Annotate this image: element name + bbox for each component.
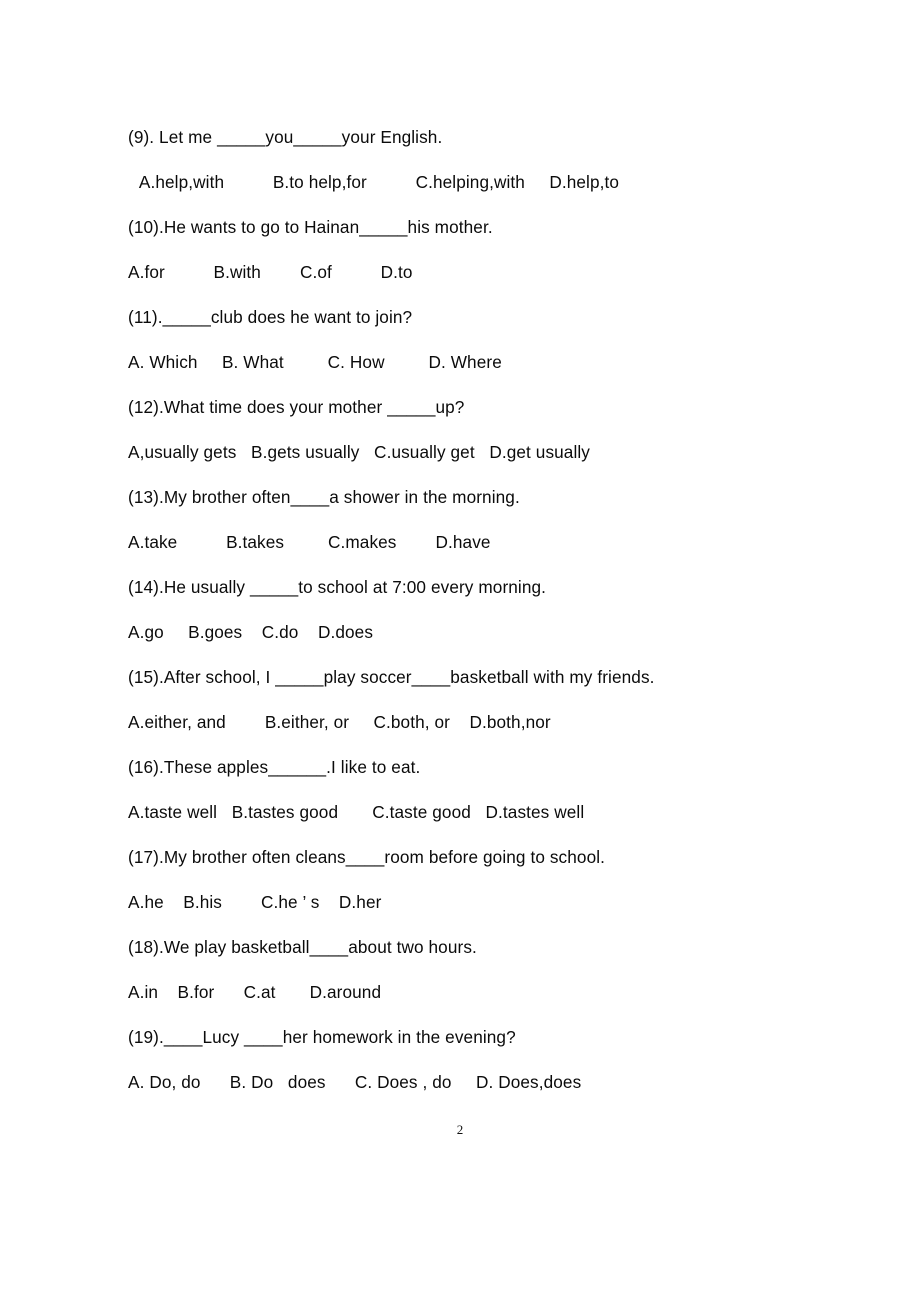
question-options-q16: A.taste well B.tastes good C.taste good …	[128, 802, 585, 822]
question-prompt-q17: (17).My brother often cleans____room bef…	[128, 847, 606, 867]
question-prompt-q13: (13).My brother often____a shower in the…	[128, 487, 520, 507]
question-prompt-q19: (19).____Lucy ____her homework in the ev…	[128, 1027, 516, 1047]
question-options-q10: A.for B.with C.of D.to	[128, 262, 413, 282]
question-list: (9). Let me _____you_____your English. A…	[128, 115, 828, 1105]
question-prompt-q11: (11)._____club does he want to join?	[128, 307, 413, 327]
question-options-q12: A,usually gets B.gets usually C.usually …	[128, 442, 590, 462]
question-options-q9: A.help,with B.to help,for C.helping,with…	[135, 172, 620, 192]
question-options-q11: A. Which B. What C. How D. Where	[128, 352, 502, 372]
question-prompt-q10: (10).He wants to go to Hainan_____his mo…	[128, 217, 493, 237]
question-prompt-q18: (18).We play basketball____about two hou…	[128, 937, 477, 957]
question-options-q14: A.go B.goes C.do D.does	[128, 622, 374, 642]
question-options-q19: A. Do, do B. Do does C. Does , do D. Doe…	[128, 1072, 582, 1092]
question-options-q17: A.he B.his C.he ’ s D.her	[128, 892, 382, 912]
question-options-q13: A.take B.takes C.makes D.have	[128, 532, 491, 552]
page-number: 2	[456, 1122, 464, 1137]
question-prompt-q16: (16).These apples______.I like to eat.	[128, 757, 421, 777]
question-prompt-q14: (14).He usually _____to school at 7:00 e…	[128, 577, 547, 597]
question-prompt-q15: (15).After school, I _____play soccer___…	[128, 667, 655, 687]
exam-page: (9). Let me _____you_____your English. A…	[0, 0, 920, 1302]
question-options-q15: A.either, and B.either, or C.both, or D.…	[128, 712, 551, 732]
question-prompt-q9: (9). Let me _____you_____your English.	[128, 127, 443, 147]
question-prompt-q12: (12).What time does your mother _____up?	[128, 397, 465, 417]
question-options-q18: A.in B.for C.at D.around	[128, 982, 382, 1002]
